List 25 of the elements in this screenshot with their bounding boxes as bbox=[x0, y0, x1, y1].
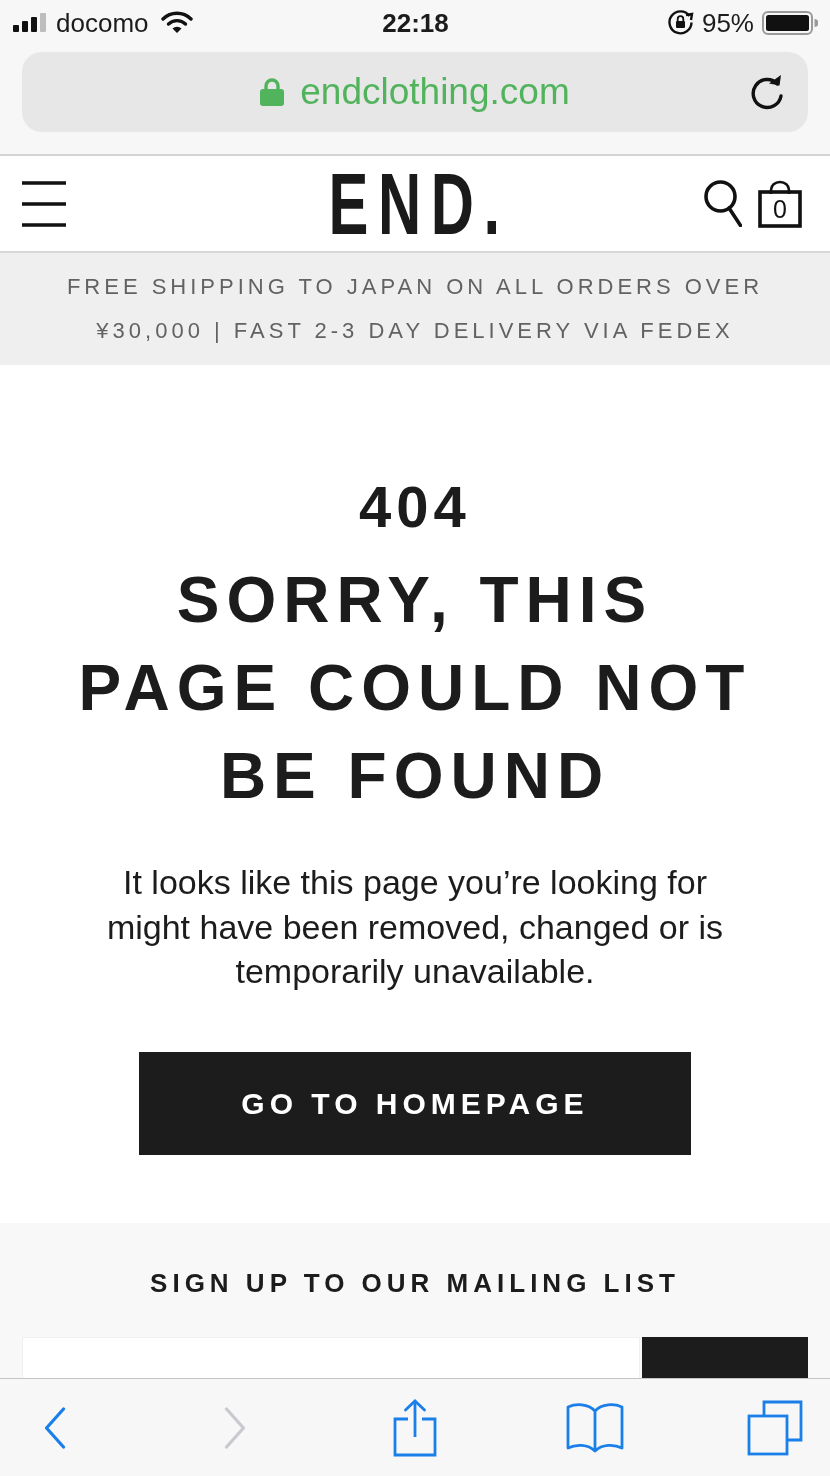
carrier-name: docomo bbox=[56, 7, 149, 38]
url-text: endclothing.com bbox=[300, 70, 570, 114]
two-squares-icon[interactable] bbox=[747, 1399, 803, 1456]
share-icon[interactable] bbox=[393, 1398, 437, 1457]
search-icon[interactable] bbox=[704, 180, 742, 227]
battery-percentage: 95% bbox=[701, 7, 754, 38]
cart-button[interactable]: 0 bbox=[758, 179, 802, 228]
error-title: SORRY, THIS PAGE COULD NOT BE FOUND bbox=[77, 563, 753, 814]
mailing-heading: SIGN UP TO OUR MAILING LIST bbox=[150, 1266, 680, 1300]
email-field[interactable] bbox=[22, 1337, 640, 1378]
error-code: 404 bbox=[359, 475, 471, 539]
banner-text: FREE SHIPPING TO JAPAN ON ALL ORDERS OVER ¥30,000 | FAST 2-3 DAY DELIVERY VIA FEDEX bbox=[65, 273, 765, 345]
rotation-lock-icon bbox=[666, 9, 694, 36]
reload-icon[interactable] bbox=[750, 74, 784, 110]
signal-bars-icon bbox=[13, 13, 48, 32]
clock-time: 22:18 bbox=[382, 7, 449, 38]
wifi-icon bbox=[160, 11, 193, 34]
error-message: It looks like this page you’re looking for might have been removed, changed or is temporarily unavailable. bbox=[105, 862, 725, 992]
bag-icon bbox=[758, 179, 802, 228]
book-icon[interactable] bbox=[566, 1401, 624, 1454]
battery-icon bbox=[762, 10, 818, 35]
back-icon[interactable] bbox=[44, 1406, 66, 1449]
menu-icon[interactable] bbox=[22, 180, 66, 227]
homepage-button[interactable]: GO TO HOMEPAGE bbox=[139, 1051, 691, 1155]
logo[interactable]: END. bbox=[328, 170, 510, 237]
